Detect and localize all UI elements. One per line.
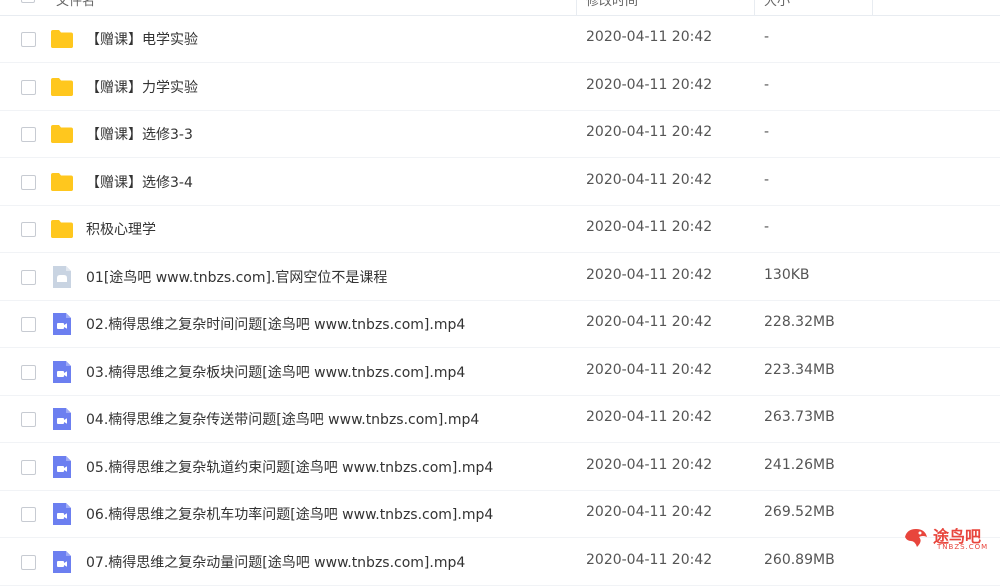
file-name[interactable]: 07.楠得思维之复杂动量问题[途鸟吧 www.tnbzs.com].mp4: [86, 552, 465, 572]
row-checkbox[interactable]: [21, 459, 36, 475]
folder-icon: [50, 27, 74, 51]
video-file-icon: [50, 312, 74, 336]
file-row[interactable]: 06.楠得思维之复杂机车功率问题[途鸟吧 www.tnbzs.com].mp4 2…: [0, 491, 1000, 538]
modified-time: 2020-04-11 20:42: [586, 266, 713, 283]
file-name[interactable]: 03.楠得思维之复杂板块问题[途鸟吧 www.tnbzs.com].mp4: [86, 362, 465, 382]
column-header-size[interactable]: 大小: [764, 0, 790, 9]
file-row[interactable]: 01[途鸟吧 www.tnbzs.com].官网空位不是课程 2020-04-11…: [0, 254, 1000, 301]
modified-time: 2020-04-11 20:42: [586, 409, 713, 425]
modified-time: 2020-04-11 20:42: [586, 551, 713, 568]
file-size: 228.32MB: [764, 314, 835, 330]
modified-time: 2020-04-11 20:42: [586, 29, 713, 45]
file-row[interactable]: 03.楠得思维之复杂板块问题[途鸟吧 www.tnbzs.com].mp4 202…: [0, 349, 1000, 396]
column-divider: [576, 0, 577, 15]
file-size: -: [764, 76, 770, 93]
file-size: 269.52MB: [764, 504, 835, 520]
file-row[interactable]: 02.楠得思维之复杂时间问题[途鸟吧 www.tnbzs.com].mp4 202…: [0, 301, 1000, 348]
file-size: 130KB: [764, 266, 810, 283]
select-all-checkbox[interactable]: [21, 0, 35, 3]
modified-time: 2020-04-11 20:42: [586, 456, 713, 473]
row-checkbox[interactable]: [21, 269, 36, 285]
folder-icon: [50, 217, 74, 241]
sort-arrow-icon[interactable]: ▼: [736, 0, 743, 2]
video-file-icon: [50, 407, 74, 431]
row-checkbox[interactable]: [21, 554, 36, 570]
column-divider: [754, 0, 755, 15]
video-file-icon: [50, 502, 74, 526]
row-checkbox[interactable]: [21, 222, 36, 237]
row-checkbox[interactable]: [21, 507, 36, 522]
file-size: 263.73MB: [764, 409, 835, 425]
file-size: 223.34MB: [764, 361, 835, 378]
file-name[interactable]: 05.楠得思维之复杂轨道约束问题[途鸟吧 www.tnbzs.com].mp4: [86, 457, 493, 477]
folder-row[interactable]: 【赠课】电学实验 2020-04-11 20:42 -: [0, 16, 1000, 63]
file-size: 260.89MB: [764, 551, 835, 568]
modified-time: 2020-04-11 20:42: [586, 504, 713, 520]
column-divider: [872, 0, 873, 15]
file-size: -: [764, 29, 770, 45]
video-file-icon: [50, 455, 74, 479]
row-checkbox[interactable]: [21, 364, 36, 380]
bird-logo-icon: [905, 529, 927, 547]
file-size: -: [764, 171, 770, 188]
row-checkbox[interactable]: [21, 317, 36, 332]
modified-time: 2020-04-11 20:42: [586, 314, 713, 330]
file-size: 241.26MB: [764, 456, 835, 473]
file-list-header: 文件名 修改时间 ▼ 大小: [0, 0, 1000, 16]
column-header-name[interactable]: 文件名: [56, 0, 95, 9]
file-name[interactable]: 【赠课】力学实验: [86, 77, 198, 97]
watermark-subtext: TNBZS.COM: [937, 543, 989, 551]
file-row[interactable]: 04.楠得思维之复杂传送带问题[途鸟吧 www.tnbzs.com].mp4 20…: [0, 396, 1000, 443]
video-file-icon: [50, 550, 74, 574]
folder-row[interactable]: 【赠课】选修3-4 2020-04-11 20:42 -: [0, 159, 1000, 206]
file-row[interactable]: 05.楠得思维之复杂轨道约束问题[途鸟吧 www.tnbzs.com].mp4 2…: [0, 444, 1000, 491]
row-checkbox[interactable]: [21, 127, 36, 142]
file-name[interactable]: 积极心理学: [86, 219, 156, 239]
modified-time: 2020-04-11 20:42: [586, 76, 713, 93]
file-row[interactable]: 07.楠得思维之复杂动量问题[途鸟吧 www.tnbzs.com].mp4 202…: [0, 539, 1000, 586]
folder-icon: [50, 122, 74, 146]
file-name[interactable]: 【赠课】选修3-3: [86, 124, 193, 144]
modified-time: 2020-04-11 20:42: [586, 361, 713, 378]
watermark: 途鸟吧 TNBZS.COM: [903, 523, 993, 553]
file-name[interactable]: 【赠课】选修3-4: [86, 172, 193, 192]
folder-row[interactable]: 积极心理学 2020-04-11 20:42 -: [0, 206, 1000, 253]
file-name[interactable]: 【赠课】电学实验: [86, 29, 198, 49]
file-size: -: [764, 124, 770, 140]
folder-row[interactable]: 【赠课】力学实验 2020-04-11 20:42 -: [0, 64, 1000, 111]
image-file-icon: [50, 265, 74, 289]
modified-time: 2020-04-11 20:42: [586, 124, 713, 140]
video-file-icon: [50, 360, 74, 384]
modified-time: 2020-04-11 20:42: [586, 171, 713, 188]
file-size: -: [764, 219, 770, 235]
row-checkbox[interactable]: [21, 32, 36, 47]
row-checkbox[interactable]: [21, 79, 36, 95]
row-checkbox[interactable]: [21, 174, 36, 190]
file-name[interactable]: 06.楠得思维之复杂机车功率问题[途鸟吧 www.tnbzs.com].mp4: [86, 504, 493, 524]
folder-icon: [50, 170, 74, 194]
folder-row[interactable]: 【赠课】选修3-3 2020-04-11 20:42 -: [0, 111, 1000, 158]
folder-icon: [50, 75, 74, 99]
modified-time: 2020-04-11 20:42: [586, 219, 713, 235]
file-name[interactable]: 01[途鸟吧 www.tnbzs.com].官网空位不是课程: [86, 267, 387, 287]
column-header-modified[interactable]: 修改时间: [586, 0, 638, 9]
row-checkbox[interactable]: [21, 412, 36, 427]
file-name[interactable]: 04.楠得思维之复杂传送带问题[途鸟吧 www.tnbzs.com].mp4: [86, 409, 479, 429]
file-name[interactable]: 02.楠得思维之复杂时间问题[途鸟吧 www.tnbzs.com].mp4: [86, 314, 465, 334]
